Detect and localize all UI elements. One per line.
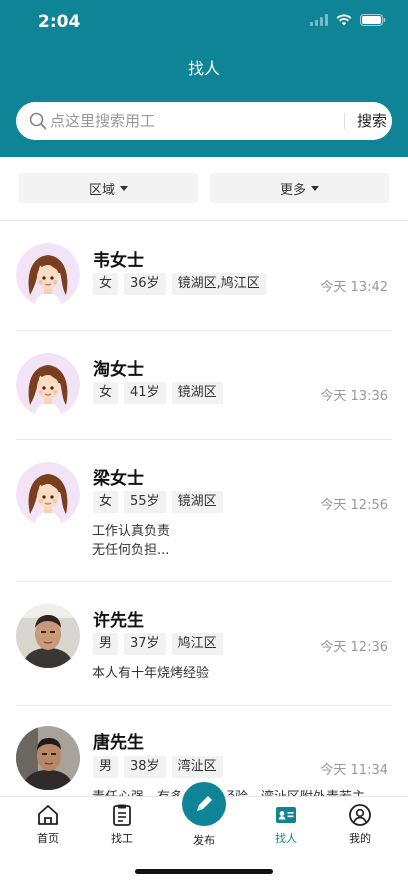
person-description: 责任心强，有多年行业经验，湾沚区附外责若主 [92,788,388,796]
search-divider [344,113,345,129]
avatar [16,726,80,790]
search-bar[interactable]: 搜索 [16,102,392,140]
person-name: 许先生 [93,611,144,631]
tab-find-work[interactable]: 找工 [92,803,152,846]
post-time: 今天 12:56 [320,498,388,513]
home-icon [36,803,60,827]
post-time: 今天 11:34 [320,763,388,778]
tab-home[interactable]: 首页 [18,803,78,846]
location-tag: 镜湖区 [171,491,223,513]
search-icon [29,112,47,134]
status-time: 2:04 [38,12,81,32]
header: 2:04 找人 点这里搜索用工 搜索 [0,0,408,157]
pencil-icon [197,796,212,811]
user-icon [348,803,372,827]
person-name: 唐先生 [93,733,144,753]
status-icons [310,14,386,26]
search-button[interactable]: 搜索 [352,102,392,140]
age-tag: 41岁 [124,382,166,404]
person-tags: 女 36岁 镜湖区,鸠江区 [93,273,266,295]
caret-down-icon [311,185,319,191]
gender-tag: 女 [93,382,119,404]
avatar [16,243,80,307]
wifi-icon [336,14,352,26]
person-description: 本人有十年烧烤经验 [92,666,210,681]
tab-find-work-label: 找工 [111,832,133,845]
gender-tag: 女 [93,273,119,295]
person-description: 工作认真负责 无任何负担... [92,524,171,558]
more-filter-dropdown[interactable]: 更多 [210,173,389,203]
region-filter-dropdown[interactable]: 区域 [19,173,198,203]
person-tags: 女 55岁 镜湖区 [93,491,223,513]
person-name: 梁女士 [93,469,144,489]
location-tag: 镜湖区,鸠江区 [171,273,266,295]
avatar [16,604,80,668]
battery-icon [360,14,386,26]
age-tag: 38岁 [124,756,166,778]
home-indicator [135,869,273,874]
person-name: 韦女士 [93,251,144,271]
person-name: 淘女士 [93,360,144,380]
filter-bar: 区域 更多 [0,157,408,221]
person-card[interactable]: 淘女士 女 41岁 镜湖区 今天 13:36 [16,331,392,440]
caret-down-icon [120,185,128,191]
page-title: 找人 [187,59,220,78]
person-card[interactable]: 韦女士 女 36岁 镜湖区,鸠江区 今天 13:42 [16,221,392,331]
gender-tag: 女 [93,491,119,513]
id-card-icon [274,803,298,827]
person-card[interactable]: 许先生 男 37岁 鸠江区 今天 12:36 本人有十年烧烤经验 [16,582,392,706]
tab-home-label: 首页 [37,832,59,845]
region-filter-label: 区域 [88,182,115,198]
status-bar: 2:04 [0,0,408,44]
location-tag: 鸠江区 [171,633,223,655]
tab-mine[interactable]: 我的 [330,803,390,846]
avatar [16,462,80,526]
people-list: 韦女士 女 36岁 镜湖区,鸠江区 今天 13:42 淘女士 女 41岁 镜湖区… [0,221,408,796]
avatar [16,353,80,417]
find-people-screen: 2:04 找人 点这里搜索用工 搜索 区域 更多 韦女士 女 36岁 镜湖区,鸠… [0,0,408,883]
person-tags: 男 38岁 湾沚区 [93,756,223,778]
person-card[interactable]: 梁女士 女 55岁 镜湖区 今天 12:56 工作认真负责 无任何负担... [16,440,392,582]
post-time: 今天 13:42 [320,280,388,295]
location-tag: 镜湖区 [171,382,223,404]
age-tag: 37岁 [124,633,166,655]
more-filter-label: 更多 [279,182,306,198]
person-tags: 女 41岁 镜湖区 [93,382,223,404]
person-tags: 男 37岁 鸠江区 [93,633,223,655]
tab-mine-label: 我的 [349,832,371,845]
publish-button[interactable] [182,782,226,826]
post-time: 今天 12:36 [320,640,388,655]
gender-tag: 男 [93,756,119,778]
tab-find-people-label: 找人 [275,832,297,845]
clipboard-icon [110,803,134,827]
gender-tag: 男 [93,633,119,655]
post-time: 今天 13:36 [320,389,388,404]
tab-find-people[interactable]: 找人 [256,803,316,846]
tab-publish-label: 发布 [193,834,215,847]
location-tag: 湾沚区 [171,756,223,778]
age-tag: 55岁 [124,491,166,513]
search-input[interactable] [50,110,330,132]
age-tag: 36岁 [124,273,166,295]
signal-icon [310,14,328,26]
